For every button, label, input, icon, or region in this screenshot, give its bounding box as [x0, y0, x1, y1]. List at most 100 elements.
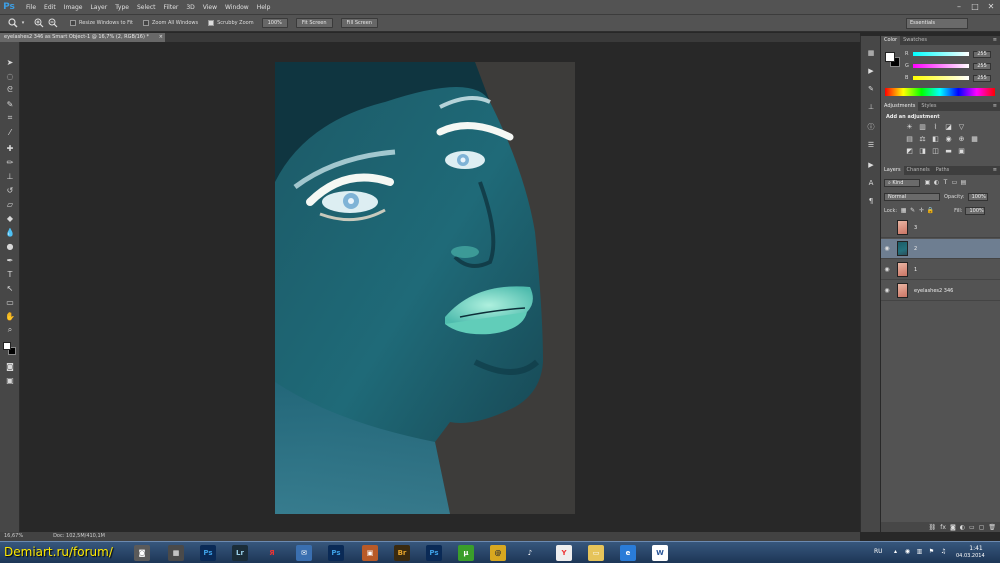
camera-app-icon[interactable]: ◙ — [134, 545, 150, 561]
bridge-taskbar-icon[interactable]: Br — [394, 545, 410, 561]
vibrance-icon[interactable]: ▽ — [957, 122, 966, 131]
dropdown-arrow-icon[interactable]: ▾ — [20, 16, 26, 30]
quick-mask-icon[interactable]: ◙ — [3, 360, 17, 372]
marquee-tool-icon[interactable]: ◌ — [3, 70, 17, 82]
red-value-field[interactable]: 255 — [973, 50, 991, 58]
volume-icon[interactable]: ♫ — [940, 548, 947, 555]
properties-panel-icon[interactable]: ☰ — [865, 140, 877, 150]
flag-icon[interactable]: ⚑ — [928, 548, 935, 555]
photoshop-taskbar-icon-3[interactable]: Ps — [426, 545, 442, 561]
lasso-tool-icon[interactable]: ᘓ — [3, 84, 17, 96]
clone-stamp-tool-icon[interactable]: ⊥ — [3, 170, 17, 182]
lightroom-taskbar-icon[interactable]: Lr — [232, 545, 248, 561]
panel-menu-icon[interactable]: ≡ — [993, 166, 997, 175]
archive-taskbar-icon[interactable]: ▣ — [362, 545, 378, 561]
fill-field[interactable]: 100% — [965, 206, 986, 215]
layer-row[interactable]: ◉ eyelashes2 346 — [881, 281, 1000, 301]
tray-app-icon[interactable]: ◉ — [904, 548, 911, 555]
menu-filter[interactable]: Filter — [164, 4, 179, 11]
blue-value-field[interactable]: 255 — [973, 74, 991, 82]
filter-pixel-icon[interactable]: ▣ — [924, 179, 931, 186]
character-panel-icon[interactable]: A — [865, 178, 877, 188]
tab-swatches[interactable]: Swatches — [900, 36, 930, 45]
filter-smart-object-icon[interactable]: ▤ — [960, 179, 967, 186]
zoom-readout[interactable]: 16,67% — [4, 532, 23, 541]
levels-icon[interactable]: ▥ — [918, 122, 927, 131]
menu-file[interactable]: File — [26, 4, 36, 11]
invert-icon[interactable]: ◩ — [905, 146, 914, 155]
lock-position-icon[interactable]: ✛ — [918, 207, 925, 214]
channel-mixer-icon[interactable]: ⊕ — [957, 134, 966, 143]
layer-row[interactable]: ◉ 3 — [881, 218, 1000, 238]
layer-row[interactable]: ◉ 1 — [881, 260, 1000, 280]
color-balance-icon[interactable]: ⚖ — [918, 134, 927, 143]
blue-slider[interactable] — [913, 76, 969, 80]
menu-help[interactable]: Help — [257, 4, 271, 11]
lock-pixels-icon[interactable]: ✎ — [909, 207, 916, 214]
visibility-eye-icon[interactable]: ◉ — [881, 245, 893, 252]
photo-filter-icon[interactable]: ◉ — [944, 134, 953, 143]
new-group-icon[interactable]: ▭ — [969, 524, 975, 531]
visibility-eye-icon[interactable]: ◉ — [881, 266, 893, 273]
color-lookup-icon[interactable]: ▦ — [970, 134, 979, 143]
filter-adjustment-icon[interactable]: ◐ — [933, 179, 940, 186]
lock-all-icon[interactable]: 🔒 — [927, 207, 934, 214]
menu-select[interactable]: Select — [137, 4, 156, 11]
green-slider[interactable] — [913, 64, 969, 68]
mail-agent-taskbar-icon[interactable]: @ — [490, 545, 506, 561]
word-taskbar-icon[interactable]: W — [652, 545, 668, 561]
menu-3d[interactable]: 3D — [186, 4, 194, 11]
new-layer-icon[interactable]: ▢ — [979, 524, 985, 531]
curves-icon[interactable]: ⌇ — [931, 122, 940, 131]
menu-image[interactable]: Image — [64, 4, 83, 11]
trash-icon[interactable]: 🗑 — [988, 524, 996, 531]
utorrent-taskbar-icon[interactable]: µ — [458, 545, 474, 561]
resize-windows-checkbox[interactable]: Resize Windows to Fit — [70, 20, 133, 26]
layer-style-icon[interactable]: fx — [940, 524, 946, 531]
minimize-button[interactable]: – — [954, 2, 964, 12]
posterize-icon[interactable]: ◨ — [918, 146, 927, 155]
zoom-100-button[interactable]: 100% — [261, 18, 288, 28]
photoshop-taskbar-icon-2[interactable]: Ps — [328, 545, 344, 561]
fill-screen-button[interactable]: Fill Screen — [340, 18, 379, 28]
zoom-icon[interactable] — [6, 16, 20, 30]
add-mask-icon[interactable]: ◙ — [950, 524, 956, 531]
yandex-taskbar-icon[interactable]: Я — [264, 545, 280, 561]
exposure-icon[interactable]: ◪ — [944, 122, 953, 131]
foreground-color-swatch[interactable] — [3, 342, 11, 350]
menu-view[interactable]: View — [203, 4, 217, 11]
pen-tool-icon[interactable]: ✒ — [3, 254, 17, 266]
filter-shape-icon[interactable]: ▭ — [951, 179, 958, 186]
brush-tool-icon[interactable]: ✏ — [3, 156, 17, 168]
layer-row[interactable]: ◉ 2 — [881, 239, 1000, 259]
screen-mode-icon[interactable]: ▣ — [3, 374, 17, 386]
healing-brush-tool-icon[interactable]: ✚ — [3, 142, 17, 154]
yandex-browser-taskbar-icon[interactable]: Y — [556, 545, 572, 561]
tab-layers[interactable]: Layers — [881, 166, 904, 175]
close-icon[interactable]: × — [159, 33, 163, 42]
hue-saturation-icon[interactable]: ▤ — [905, 134, 914, 143]
workspace-select[interactable]: Essentials — [906, 18, 968, 29]
black-white-icon[interactable]: ◧ — [931, 134, 940, 143]
scrubby-zoom-checkbox[interactable]: Scrubby Zoom — [208, 20, 254, 26]
kind-filter-select[interactable]: ⌕ Kind — [884, 178, 920, 187]
visibility-eye-icon[interactable]: ◉ — [881, 287, 893, 294]
tab-styles[interactable]: Styles — [918, 102, 939, 111]
mail-taskbar-icon[interactable]: ✉ — [296, 545, 312, 561]
new-adjustment-layer-icon[interactable]: ◐ — [960, 524, 965, 531]
brush-panel-icon[interactable]: ✎ — [865, 84, 877, 94]
history-brush-tool-icon[interactable]: ↺ — [3, 184, 17, 196]
threshold-icon[interactable]: ◫ — [931, 146, 940, 155]
info-panel-icon[interactable]: ⓘ — [865, 122, 877, 132]
clock-time[interactable]: 1:41 — [964, 545, 988, 552]
document-tab[interactable]: eyelashes2 346 as Smart Object-1 @ 16,7%… — [0, 33, 165, 42]
eyedropper-tool-icon[interactable]: ⁄ — [3, 126, 17, 138]
document-image[interactable] — [275, 62, 575, 514]
filter-type-icon[interactable]: T — [942, 179, 949, 186]
zoom-in-icon[interactable] — [32, 16, 46, 30]
quick-select-tool-icon[interactable]: ✎ — [3, 98, 17, 110]
clone-source-panel-icon[interactable]: ⊥ — [865, 102, 877, 112]
menu-window[interactable]: Window — [225, 4, 249, 11]
tray-arrow-icon[interactable]: ▴ — [892, 548, 899, 555]
menu-layer[interactable]: Layer — [90, 4, 107, 11]
